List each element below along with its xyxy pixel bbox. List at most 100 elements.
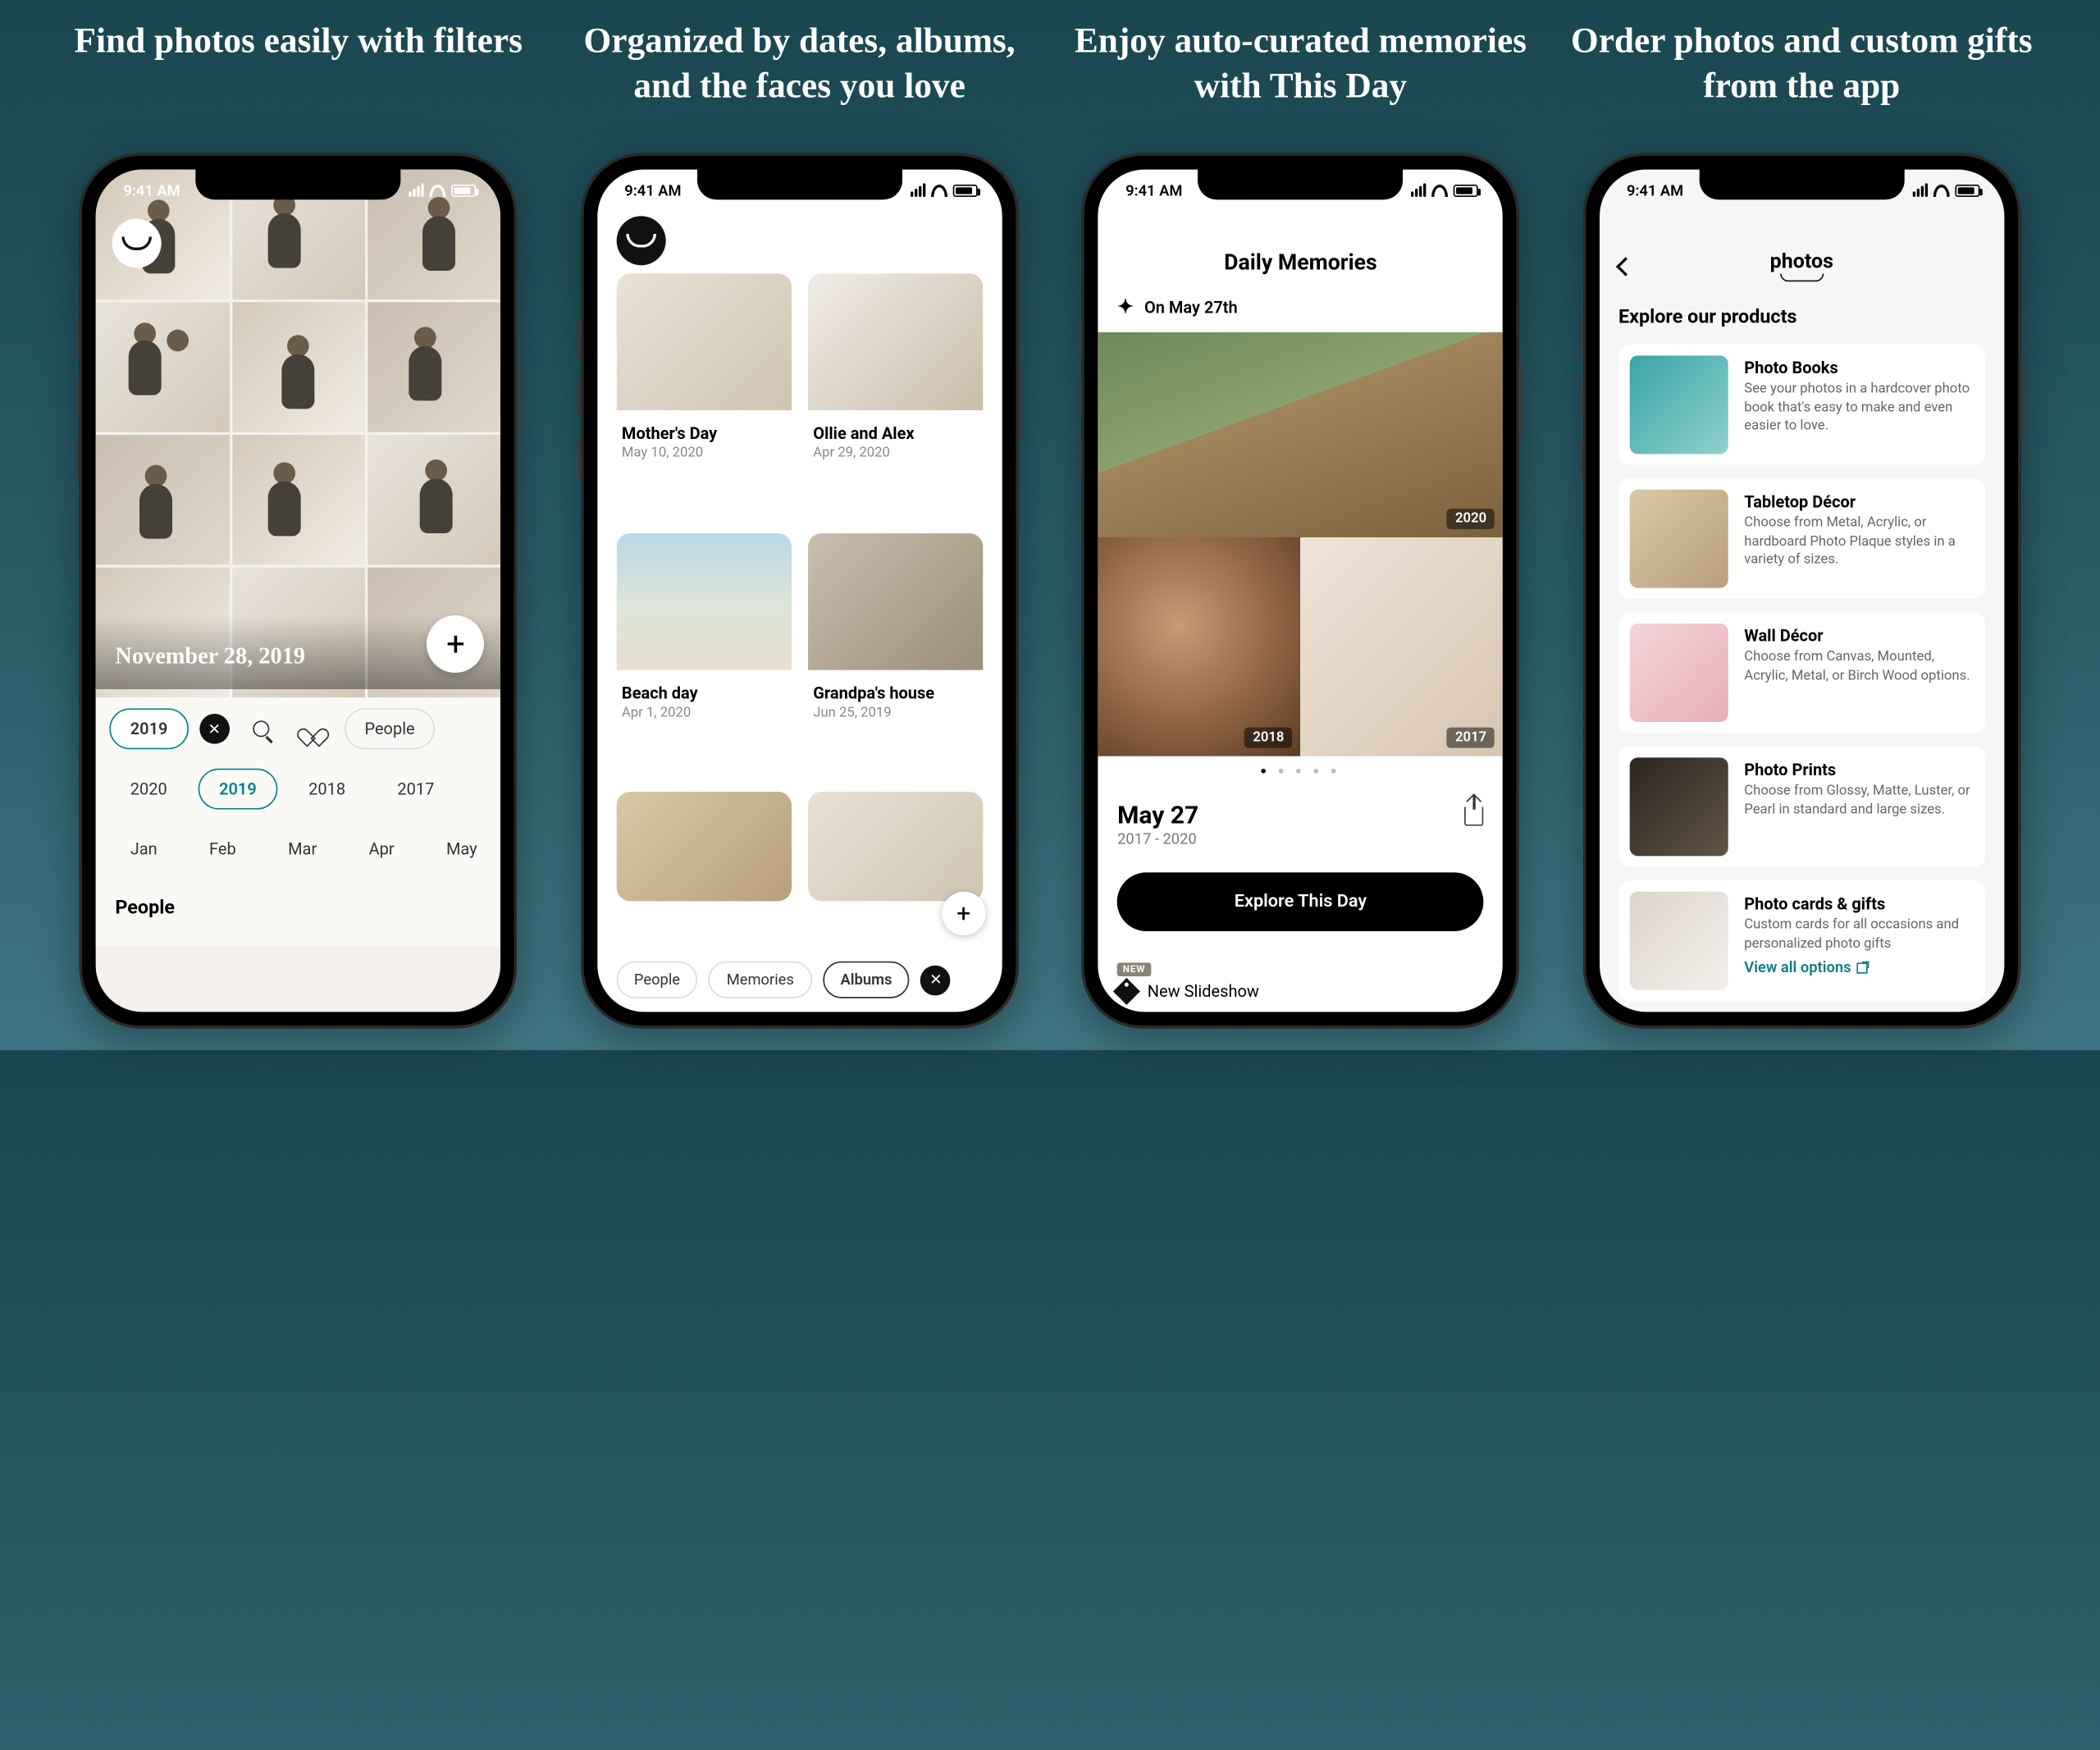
product-item[interactable]: Photo Prints Choose from Glossy, Matte, …: [1618, 747, 1985, 867]
signal-icon: [409, 183, 424, 197]
wifi-icon: [1933, 184, 1949, 196]
album-card[interactable]: Beach day Apr 1, 2020: [616, 532, 791, 775]
phone-notch: [1198, 167, 1403, 199]
phone-notch: [1699, 167, 1904, 199]
album-date: May 10, 2020: [622, 445, 786, 460]
battery-icon: [451, 184, 476, 196]
memory-photo: 2018: [1098, 537, 1301, 756]
product-desc: Custom cards for all occasions and perso…: [1744, 916, 1974, 953]
year-badge: 2020: [1447, 509, 1495, 529]
filter-chip-albums[interactable]: Albums: [823, 962, 910, 998]
feature-column-products: Order photos and custom gifts from the a…: [1558, 19, 2045, 1028]
year-range: 2017 - 2020: [1117, 830, 1198, 848]
month-chip[interactable]: Apr: [349, 829, 415, 870]
new-slideshow-row[interactable]: New Slideshow: [1117, 982, 1259, 1001]
search-button[interactable]: [240, 708, 281, 749]
year-chip[interactable]: 2018: [288, 769, 366, 810]
product-item[interactable]: Photo Books See your photos in a hardcov…: [1618, 345, 1985, 465]
photo-thumbnail[interactable]: [232, 435, 365, 564]
year-badge: 2018: [1244, 728, 1292, 748]
battery-icon: [1454, 184, 1478, 196]
status-time: 9:41 AM: [1125, 181, 1182, 199]
feature-title: Find photos easily with filters: [66, 19, 531, 115]
month-chip[interactable]: Jan: [110, 829, 178, 870]
photo-thumbnail[interactable]: [96, 302, 229, 432]
product-thumbnail: [1629, 624, 1728, 722]
product-title: Photo Prints: [1744, 761, 1974, 779]
album-title: Grandpa's house: [813, 683, 977, 702]
product-desc: Choose from Glossy, Matte, Luster, or Pe…: [1744, 782, 1974, 819]
album-card[interactable]: Mother's Day May 10, 2020: [616, 273, 791, 516]
album-card[interactable]: Ollie and Alex Apr 29, 2020: [808, 273, 983, 516]
memory-photo: 2020: [1098, 332, 1503, 537]
external-link-icon: [1856, 962, 1867, 973]
smile-icon: [122, 236, 153, 250]
month-chip[interactable]: May: [426, 829, 487, 870]
filter-chip-memories[interactable]: Memories: [709, 962, 811, 998]
year-badge: 2017: [1447, 728, 1495, 748]
clear-filter-button[interactable]: ✕: [920, 965, 951, 995]
daily-memories-title: Daily Memories: [1098, 208, 1503, 288]
signal-icon: [911, 183, 925, 197]
search-icon: [253, 720, 269, 737]
album-cover[interactable]: [616, 793, 791, 902]
people-section-label: People: [110, 889, 487, 927]
feature-column-memories: Enjoy auto-curated memories with This Da…: [1057, 19, 1544, 1028]
product-item[interactable]: Photo cards & gifts Custom cards for all…: [1618, 880, 1985, 1001]
clear-filter-button[interactable]: ✕: [199, 714, 230, 744]
heart-icon: [303, 720, 322, 737]
photo-thumbnail[interactable]: [96, 435, 229, 564]
memories-collage[interactable]: 2020 2018 2017: [1098, 332, 1503, 756]
photo-thumbnail[interactable]: [232, 302, 365, 432]
product-list: Photo Books See your photos in a hardcov…: [1600, 345, 2004, 1001]
smile-icon: [626, 234, 656, 248]
product-title: Photo Books: [1744, 359, 1974, 377]
back-button[interactable]: [1616, 257, 1636, 276]
album-date: Jun 25, 2019: [813, 705, 977, 720]
share-button[interactable]: [1464, 806, 1483, 825]
album-cover: [616, 532, 791, 669]
profile-avatar[interactable]: [616, 216, 665, 265]
add-album-button[interactable]: +: [942, 892, 985, 935]
page-dots: ● ● ● ● ●: [1098, 756, 1503, 777]
profile-avatar[interactable]: [112, 219, 162, 268]
product-item[interactable]: Tabletop Décor Choose from Metal, Acryli…: [1618, 478, 1985, 599]
on-date-label: On May 27th: [1144, 298, 1238, 317]
favorites-button[interactable]: [292, 708, 333, 749]
photo-thumbnail[interactable]: [368, 435, 500, 564]
people-filter-chip[interactable]: People: [344, 708, 435, 749]
product-desc: Choose from Canvas, Mounted, Acrylic, Me…: [1744, 648, 1974, 685]
album-cover[interactable]: [808, 793, 983, 902]
album-card[interactable]: Grandpa's house Jun 25, 2019: [808, 532, 983, 775]
tag-icon: [1113, 978, 1140, 1005]
phone-notch: [196, 167, 401, 199]
product-desc: See your photos in a hardcover photo boo…: [1744, 380, 1974, 436]
product-item[interactable]: Wall Décor Choose from Canvas, Mounted, …: [1618, 613, 1985, 733]
new-slideshow-label: New Slideshow: [1148, 982, 1259, 1001]
year-chip[interactable]: 2017: [377, 769, 454, 810]
wifi-icon: [430, 184, 446, 196]
explore-this-day-button[interactable]: Explore This Day: [1117, 872, 1484, 931]
add-button[interactable]: +: [427, 615, 484, 673]
status-time: 9:41 AM: [123, 181, 180, 199]
album-title: Mother's Day: [622, 424, 786, 443]
memory-photo: 2017: [1300, 537, 1503, 756]
active-filter-chip[interactable]: 2019: [110, 708, 189, 749]
photo-thumbnail[interactable]: [368, 302, 500, 432]
album-cover: [808, 532, 983, 669]
day-title: May 27: [1117, 802, 1198, 830]
filter-chip-people[interactable]: People: [616, 962, 697, 998]
wifi-icon: [931, 184, 947, 196]
sparkle-icon: ✦: [1117, 297, 1134, 319]
feature-column-albums: Organized by dates, albums, and the face…: [556, 19, 1043, 1028]
phone-mockup-products: 9:41 AM photos Explore our products: [1583, 153, 2020, 1029]
phone-mockup-albums: 9:41 AM Mother's Day May 10, 2020: [581, 153, 1018, 1029]
view-all-link[interactable]: View all options: [1744, 958, 1974, 976]
album-title: Ollie and Alex: [813, 424, 977, 443]
month-chip[interactable]: Feb: [189, 829, 257, 870]
year-chip[interactable]: 2019: [199, 769, 277, 810]
year-chip[interactable]: 2020: [110, 769, 188, 810]
month-chip[interactable]: Mar: [267, 829, 337, 870]
daily-memories-date: ✦ On May 27th: [1098, 289, 1503, 332]
product-title: Photo cards & gifts: [1744, 894, 1974, 913]
